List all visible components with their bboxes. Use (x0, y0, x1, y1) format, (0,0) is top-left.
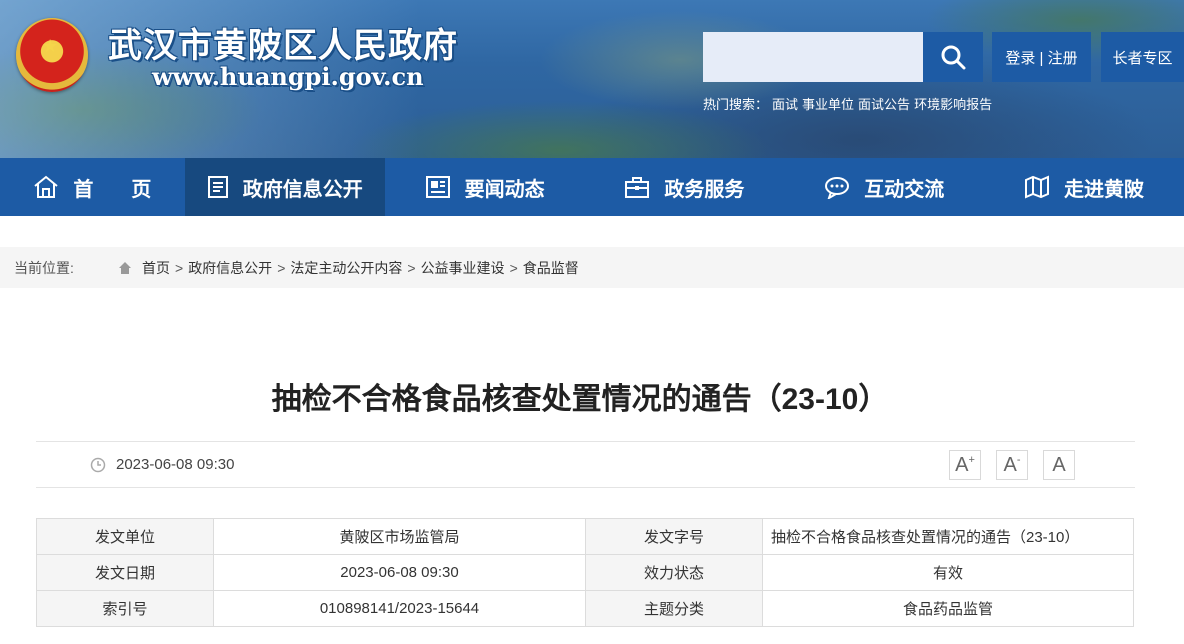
document-list-icon (207, 176, 228, 198)
table-cell-label: 发文日期 (36, 554, 214, 591)
nav-item-home[interactable]: 首页 (0, 158, 185, 216)
site-url: www.huangpi.gov.cn (152, 62, 424, 91)
clock-icon (90, 457, 106, 472)
publish-date-text: 2023-06-08 09:30 (116, 456, 235, 473)
nav-item-label: 政府信息公开 (242, 178, 363, 201)
breadcrumb-item[interactable]: 法定主动公开内容 (290, 258, 402, 278)
nav-item-about[interactable]: 走进黄陂 (984, 158, 1184, 216)
article-title: 抽检不合格食品核查处置情况的通告（23-10） (271, 383, 889, 416)
briefcase-icon (625, 177, 650, 198)
breadcrumb-item[interactable]: 公益事业建设 (421, 258, 505, 278)
national-emblem-logo: ★ (16, 18, 88, 92)
breadcrumb: 当前位置: 首页 > 政府信息公开 > 法定主动公开内容 > 公益事业建设 > … (0, 247, 1184, 288)
hot-search-item[interactable]: 环境影响报告 (914, 97, 992, 112)
elder-zone-button[interactable]: 长者专区 (1101, 32, 1184, 82)
header-banner: ★ 武汉市黄陂区人民政府 www.huangpi.gov.cn 登录 | 注册 … (0, 0, 1184, 158)
nav-item-label: 要闻动态 (464, 178, 545, 201)
table-cell-value: 黄陂区市场监管局 (213, 518, 586, 555)
table-cell-label: 发文单位 (36, 518, 214, 555)
table-cell-value: 食品药品监管 (762, 590, 1134, 627)
nav-item-label: 政务服务 (664, 178, 745, 201)
newspaper-icon (425, 176, 450, 198)
nav-item-news[interactable]: 要闻动态 (385, 158, 585, 216)
table-cell-value: 抽检不合格食品核查处置情况的通告（23-10） (762, 518, 1134, 555)
nav-item-interaction[interactable]: 互动交流 (784, 158, 984, 216)
hot-search-item[interactable]: 事业单位 (802, 97, 854, 112)
star-icon: ★ (42, 36, 59, 57)
nav-item-label: 互动交流 (864, 178, 945, 201)
home-icon (34, 175, 59, 198)
nav-item-services[interactable]: 政务服务 (585, 158, 785, 216)
main-nav: 首页 政府信息公开 要闻动态 政务服务 互动交流 走进黄陂 (0, 158, 1184, 216)
login-register-button[interactable]: 登录 | 注册 (992, 32, 1091, 82)
search-icon (941, 45, 966, 70)
table-cell-label: 主题分类 (585, 590, 763, 627)
table-cell-value: 2023-06-08 09:30 (213, 554, 586, 591)
table-row: 发文单位 黄陂区市场监管局 发文字号 抽检不合格食品核查处置情况的通告（23-1… (36, 518, 1134, 555)
search-button[interactable] (923, 32, 983, 82)
map-icon (1025, 175, 1050, 199)
table-cell-label: 发文字号 (585, 518, 763, 555)
article-meta-bar: 2023-06-08 09:30 A + A- A (36, 441, 1135, 488)
publish-date: 2023-06-08 09:30 (90, 456, 234, 473)
table-cell-value: 有效 (762, 554, 1134, 591)
chat-bubble-icon (825, 177, 850, 199)
breadcrumb-separator: > (407, 259, 416, 276)
table-row: 发文日期 2023-06-08 09:30 效力状态 有效 (36, 554, 1134, 591)
table-cell-label: 效力状态 (585, 554, 763, 591)
nav-item-label: 走进黄陂 (1064, 178, 1145, 201)
site-title[interactable]: 武汉市黄陂区人民政府 (108, 18, 458, 67)
breadcrumb-separator: > (509, 259, 518, 276)
breadcrumb-item[interactable]: 食品监督 (523, 258, 579, 278)
table-cell-label: 索引号 (36, 590, 214, 627)
home-icon[interactable] (118, 261, 132, 275)
breadcrumb-item[interactable]: 首页 (142, 258, 170, 278)
nav-item-label: 首页 (73, 178, 190, 201)
search-input[interactable] (703, 32, 923, 82)
font-decrease-button[interactable]: A- (996, 450, 1028, 480)
table-cell-value: 010898141/2023-15644 (213, 590, 586, 627)
hot-search: 热门搜索： 面试 事业单位 面试公告 环境影响报告 (703, 94, 996, 113)
font-reset-button[interactable]: A (1043, 450, 1075, 480)
hot-search-item[interactable]: 面试公告 (858, 97, 910, 112)
nav-item-gov-info[interactable]: 政府信息公开 (184, 158, 385, 216)
breadcrumb-separator: > (277, 259, 286, 276)
table-row: 索引号 010898141/2023-15644 主题分类 食品药品监管 (36, 590, 1134, 627)
breadcrumb-separator: > (175, 259, 184, 276)
hot-search-item[interactable]: 面试 (772, 97, 798, 112)
document-info-table: 发文单位 黄陂区市场监管局 发文字号 抽检不合格食品核查处置情况的通告（23-1… (36, 518, 1134, 627)
hot-search-label: 热门搜索： (703, 97, 769, 112)
breadcrumb-item[interactable]: 政府信息公开 (188, 258, 272, 278)
breadcrumb-label: 当前位置: (14, 259, 74, 276)
font-increase-button[interactable]: A + (949, 450, 981, 480)
